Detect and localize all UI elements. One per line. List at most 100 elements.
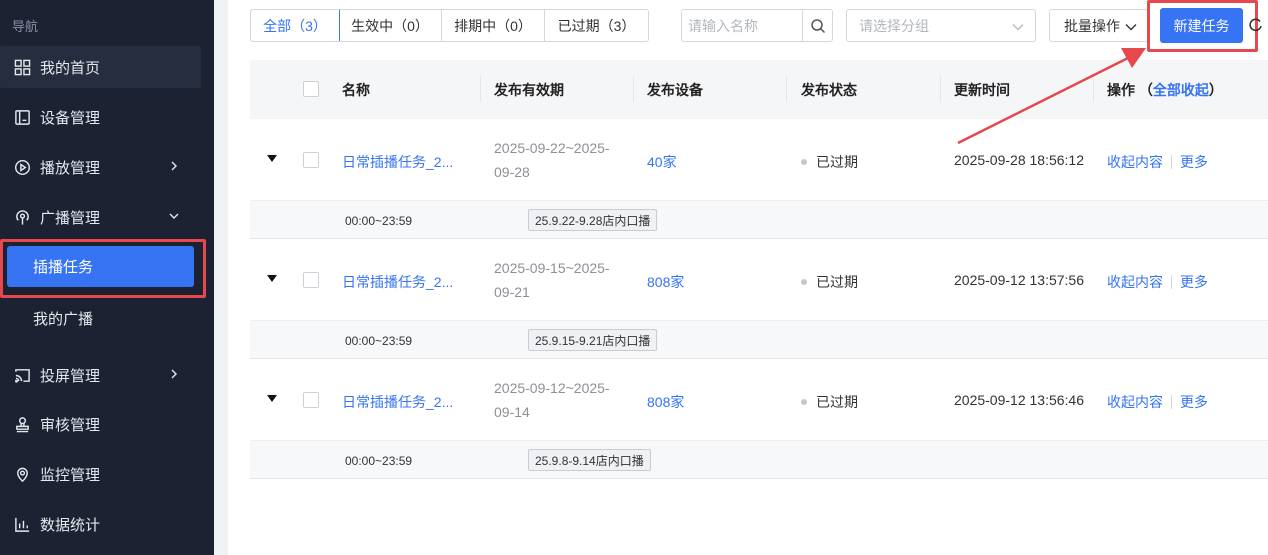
collapse-content-link[interactable]: 收起内容 [1107,272,1163,292]
content-tag: 25.9.8-9.14店内口播 [528,449,651,471]
updated-time: 2025-09-12 13:56:46 [954,392,1084,408]
sidebar-item-broadcast[interactable]: 广播管理 [0,196,201,238]
column-header-devices: 发布设备 [647,82,703,98]
status-cell: 已过期 [801,272,858,292]
table-row: 日常插播任务_2... 2025-09-22~2025- 09-28 40家 已… [250,119,1268,201]
annotation-highlight-box [1147,0,1258,52]
sidebar-item-cast[interactable]: 投屏管理 [0,354,201,396]
collapse-content-link[interactable]: 收起内容 [1107,152,1163,172]
sidebar-item-label: 广播管理 [40,209,101,227]
status-tabs: 全部（3） 生效中（0） 排期中（0） 已过期（3） [250,9,649,42]
main-panel: 全部（3） 生效中（0） 排期中（0） 已过期（3） 请输入名称 请选择分组 批… [228,0,1268,555]
tab-all[interactable]: 全部（3） [251,10,340,41]
period-line: 09-28 [494,164,530,180]
row-checkbox[interactable] [303,152,319,168]
batch-operations-label: 批量操作 [1064,17,1120,34]
schedule-time: 00:00~23:59 [345,214,413,228]
column-header-updated: 更新时间 [954,82,1010,98]
search-icon [810,18,825,33]
refresh-icon[interactable] [1249,17,1263,33]
tab-scheduled[interactable]: 排期中（0） [442,10,545,41]
divider [1171,155,1172,169]
column-divider [786,76,787,102]
table-row: 日常插播任务_2... 2025-09-12~2025- 09-14 808家 … [250,359,1268,441]
chevron-right-icon [171,161,177,171]
column-divider [633,76,634,102]
table-row: 日常插播任务_2... 2025-09-15~2025- 09-21 808家 … [250,239,1268,321]
expand-caret-icon[interactable] [267,395,277,403]
chevron-down-icon [169,213,179,219]
period-line: 2025-09-15~2025- [494,260,610,276]
more-link[interactable]: 更多 [1180,272,1208,292]
sidebar-item-statistics[interactable]: 数据统计 [0,503,201,545]
sidebar-item-review[interactable]: 审核管理 [0,403,201,445]
sidebar-item-monitor[interactable]: 监控管理 [0,453,201,495]
updated-time: 2025-09-28 18:56:12 [954,152,1084,168]
play-icon [13,158,31,176]
more-link[interactable]: 更多 [1180,392,1208,412]
search-input[interactable]: 请输入名称 [682,16,802,36]
select-all-checkbox[interactable] [303,81,319,97]
period-line: 09-21 [494,284,530,300]
period-line: 2025-09-12~2025- [494,380,610,396]
status-cell: 已过期 [801,152,858,172]
period-text: 2025-09-15~2025- 09-21 [494,256,624,304]
devices-link[interactable]: 808家 [647,272,684,292]
period-line: 2025-09-22~2025- [494,140,610,156]
group-select[interactable]: 请选择分组 [846,9,1036,42]
monitor-icon [13,465,31,483]
task-name-link[interactable]: 日常插播任务_2... [342,152,453,172]
chevron-down-icon [1125,24,1137,31]
content-tag: 25.9.22-9.28店内口播 [528,209,658,231]
row-actions: 收起内容 更多 [1107,392,1208,412]
batch-operations-dropdown[interactable]: 批量操作 [1049,9,1148,42]
column-header-period: 发布有效期 [494,82,564,98]
collapse-all-link[interactable]: 全部收起 [1153,82,1209,98]
schedule-subrow: 00:00~23:59 25.9.22-9.28店内口播 [250,201,1268,239]
stamp-icon [13,415,31,433]
column-header-name: 名称 [342,82,370,98]
row-checkbox[interactable] [303,392,319,408]
tab-active[interactable]: 生效中（0） [339,10,442,41]
collapse-content-link[interactable]: 收起内容 [1107,392,1163,412]
task-name-link[interactable]: 日常插播任务_2... [342,392,453,412]
sidebar-item-label: 审核管理 [40,416,101,434]
devices-link[interactable]: 40家 [647,152,677,172]
chart-icon [13,515,31,533]
content-tag: 25.9.15-9.21店内口播 [528,329,658,351]
sidebar-subitem-my-broadcast[interactable]: 我的广播 [33,308,93,329]
chevron-right-icon [171,369,177,379]
more-link[interactable]: 更多 [1180,152,1208,172]
sidebar-item-playback[interactable]: 播放管理 [0,146,201,188]
row-actions: 收起内容 更多 [1107,272,1208,292]
row-actions: 收起内容 更多 [1107,152,1208,172]
sidebar-item-label: 播放管理 [40,159,101,177]
sidebar-item-label: 数据统计 [40,516,101,534]
device-icon [13,108,31,126]
status-dot [801,159,807,165]
devices-link[interactable]: 808家 [647,392,684,412]
sidebar-item-devices[interactable]: 设备管理 [0,96,201,138]
row-checkbox[interactable] [303,272,319,288]
column-divider [1093,76,1094,102]
broadcast-icon [13,208,31,226]
expand-caret-icon[interactable] [267,155,277,163]
group-select-placeholder: 请选择分组 [859,17,929,34]
sidebar-item-label: 我的首页 [40,59,101,77]
sidebar-item-home[interactable]: 我的首页 [0,46,201,88]
search-button[interactable] [802,10,832,41]
expand-caret-icon[interactable] [267,275,277,283]
status-cell: 已过期 [801,392,858,412]
table-header: 名称 发布有效期 发布设备 发布状态 更新时间 操作 （全部收起） [250,60,1268,119]
sidebar-item-label: 设备管理 [40,109,101,127]
schedule-time: 00:00~23:59 [345,454,413,468]
tab-expired[interactable]: 已过期（3） [545,10,648,41]
task-name-link[interactable]: 日常插播任务_2... [342,272,453,292]
divider [1171,395,1172,409]
column-divider [940,76,941,102]
sidebar-item-label: 监控管理 [40,466,101,484]
status-dot [801,279,807,285]
column-header-ops: 操作 （全部收起） [1107,80,1223,100]
period-line: 09-14 [494,404,530,420]
updated-time: 2025-09-12 13:57:56 [954,272,1084,288]
